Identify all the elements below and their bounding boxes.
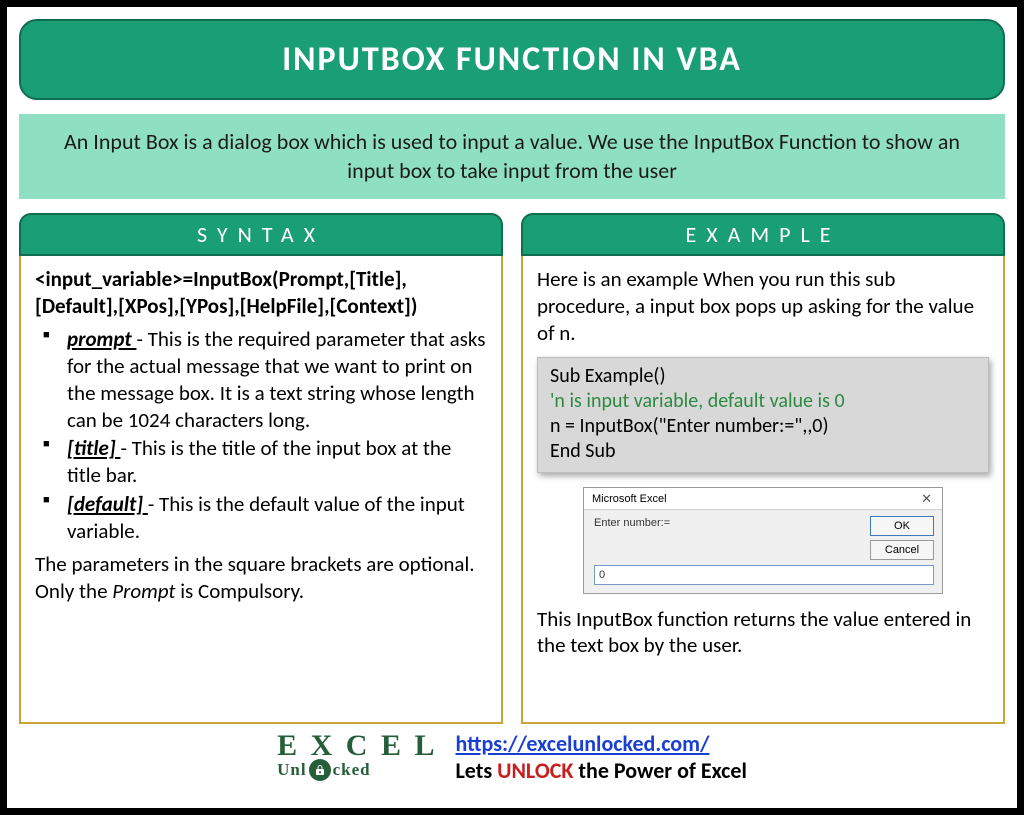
page-title: INPUTBOX FUNCTION IN VBA — [19, 19, 1005, 100]
logo-row2b: cked — [333, 763, 371, 777]
example-body: Here is an example When you run this sub… — [521, 256, 1005, 724]
param-name: [default] — [67, 491, 148, 517]
param-dash: - — [136, 326, 147, 352]
syntax-body: <input_variable>=InputBox(Prompt,[Title]… — [19, 256, 503, 724]
inputbox-dialog: Microsoft Excel ✕ Enter number:= OK Canc… — [583, 487, 943, 594]
syntax-header: SYNTAX — [19, 213, 503, 256]
code-comment: 'n is input variable, default value is 0 — [550, 389, 976, 414]
optional-note-post: is Compulsory. — [175, 578, 304, 604]
optional-note-em: Prompt — [112, 578, 175, 604]
excel-unlocked-logo: E X C E L Unl cked — [277, 733, 437, 781]
code-line: Sub Example() — [550, 364, 976, 389]
param-name: prompt — [67, 326, 136, 352]
footer: E X C E L Unl cked https://excelunlocked… — [19, 730, 1005, 784]
code-line: n = InputBox("Enter number:=",,0) — [550, 414, 976, 439]
footer-link[interactable]: https://excelunlocked.com/ — [455, 730, 709, 757]
param-item: [default] - This is the default value of… — [41, 491, 487, 545]
dialog-input[interactable]: 0 — [594, 565, 934, 585]
cancel-button[interactable]: Cancel — [870, 540, 934, 560]
logo-row2a: Unl — [277, 763, 306, 777]
param-item: prompt - This is the required parameter … — [41, 326, 487, 434]
logo-row1: E X C E L — [277, 733, 437, 759]
dialog-title: Microsoft Excel — [592, 492, 667, 506]
example-desc: Here is an example When you run this sub… — [537, 266, 989, 347]
optional-note: The parameters in the square brackets ar… — [35, 551, 487, 605]
code-block: Sub Example() 'n is input variable, defa… — [537, 357, 989, 473]
lock-icon — [309, 759, 331, 781]
footer-tag-post: the Power of Excel — [573, 757, 746, 784]
example-header: EXAMPLE — [521, 213, 1005, 256]
code-line: End Sub — [550, 439, 976, 464]
close-icon[interactable]: ✕ — [917, 491, 936, 508]
param-name: [title] — [67, 435, 120, 461]
intro-text: An Input Box is a dialog box which is us… — [19, 114, 1005, 199]
footer-tag-unlock: UNLOCK — [497, 757, 573, 784]
param-item: [title] - This is the title of the input… — [41, 435, 487, 489]
example-return-text: This InputBox function returns the value… — [537, 606, 989, 660]
footer-tag-pre: Lets — [455, 757, 497, 784]
example-column: EXAMPLE Here is an example When you run … — [521, 213, 1005, 724]
syntax-column: SYNTAX <input_variable>=InputBox(Prompt,… — [19, 213, 503, 724]
syntax-signature: <input_variable>=InputBox(Prompt,[Title]… — [35, 266, 487, 320]
ok-button[interactable]: OK — [870, 516, 934, 536]
param-dash: - — [120, 435, 131, 461]
param-dash: - — [148, 491, 159, 517]
